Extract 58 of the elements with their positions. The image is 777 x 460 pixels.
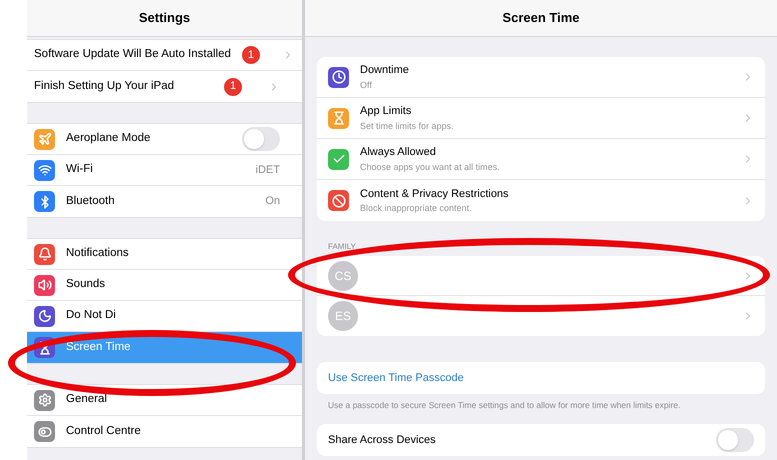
- settings-row[interactable]: Software Update Will Be Auto Installed 1: [27, 40, 302, 71]
- toggle-switch[interactable]: [716, 428, 754, 452]
- row-label: General: [66, 392, 108, 408]
- row-label: Bluetooth: [66, 194, 116, 209]
- notification-badge: 1: [224, 78, 242, 96]
- row-label: Do Not Di: [66, 308, 117, 324]
- toggle-switch[interactable]: [242, 127, 280, 151]
- settings-row[interactable]: Bluetooth On: [27, 186, 302, 217]
- row-label: Sounds: [66, 277, 106, 292]
- wifi-icon: [34, 160, 55, 180]
- feature-title: App Limits: [360, 104, 412, 119]
- settings-row[interactable]: Aeroplane Mode: [27, 124, 302, 155]
- check-icon: [328, 148, 349, 170]
- bluetooth-icon: [34, 191, 55, 212]
- gear-icon: [34, 390, 55, 410]
- section-label: FAMILY: [328, 241, 357, 253]
- settings-row[interactable]: Finish Setting Up Your iPad 1: [27, 71, 302, 102]
- passcode-note: Use a passcode to secure Screen Time settings and to allow for more time when limits expire.: [328, 399, 682, 412]
- speaker-icon: [34, 274, 55, 296]
- share-label: Share Across Devices: [328, 432, 437, 448]
- feature-row[interactable]: Always Allowed Choose apps you want at all times.: [317, 139, 765, 180]
- detail-title: Screen Time: [502, 9, 580, 28]
- row-label: Aeroplane Mode: [66, 131, 152, 146]
- row-label: Control Centre: [66, 424, 142, 439]
- toggle-icon: [34, 421, 55, 442]
- row-value: On: [265, 194, 280, 210]
- feature-subtitle: Choose apps you want at all times.: [360, 160, 501, 174]
- bell-icon: [34, 244, 55, 264]
- feature-row[interactable]: App Limits Set time limits for apps.: [317, 98, 765, 139]
- row-label: Finish Setting Up Your iPad: [34, 78, 176, 94]
- settings-row[interactable]: Wi-Fi iDET: [27, 155, 302, 186]
- feature-subtitle: Off: [360, 78, 373, 92]
- feature-row[interactable]: Downtime Off: [317, 57, 765, 98]
- settings-row[interactable]: Sounds: [27, 270, 302, 301]
- feature-subtitle: Block inappropriate content.: [360, 202, 473, 215]
- moon-icon: [34, 306, 55, 326]
- row-label: Screen Time: [66, 340, 132, 355]
- row-label: Software Update Will Be Auto Installed: [34, 47, 231, 62]
- feature-title: Content & Privacy Restrictions: [360, 186, 510, 202]
- settings-row[interactable]: Notifications: [27, 239, 302, 270]
- row-label: Wi-Fi: [66, 162, 94, 178]
- feature-subtitle: Set time limits for apps.: [360, 120, 455, 133]
- block-icon: [328, 190, 349, 211]
- sidebar-title: Settings: [138, 9, 190, 28]
- settings-row[interactable]: Do Not Di: [27, 301, 302, 332]
- avatar-initials: ES: [328, 301, 358, 331]
- row-label: Notifications: [66, 246, 130, 262]
- feature-title: Downtime: [360, 63, 410, 78]
- row-value: iDET: [256, 162, 280, 178]
- clock-icon: [328, 66, 349, 88]
- passcode-link[interactable]: Use Screen Time Passcode: [328, 370, 464, 386]
- feature-row[interactable]: Content & Privacy Restrictions Block inappropriate content.: [317, 180, 765, 221]
- avatar-initials: CS: [328, 260, 358, 290]
- plane-icon: [34, 128, 55, 150]
- feature-title: Always Allowed: [360, 145, 437, 160]
- settings-row[interactable]: Control Centre: [27, 416, 302, 447]
- hourglass-icon: [328, 108, 349, 128]
- notification-badge: 1: [242, 46, 260, 64]
